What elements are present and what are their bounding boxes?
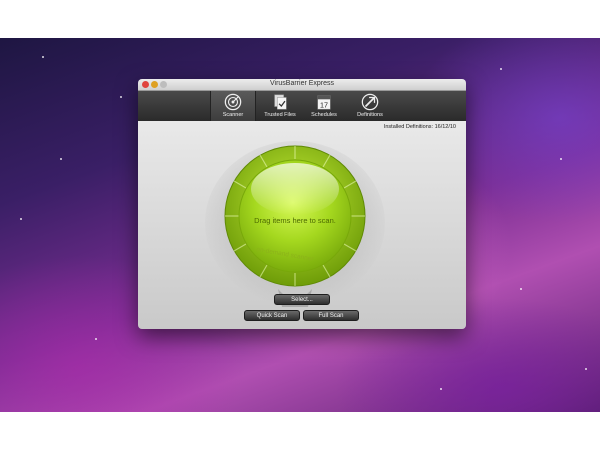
star bbox=[120, 96, 122, 98]
window-title: VirusBarrier Express bbox=[269, 80, 335, 87]
star bbox=[585, 368, 587, 370]
title-bar[interactable]: VirusBarrier Express bbox=[138, 79, 466, 91]
toolbar: Scanner Trusted Files 17 Schedules Defin… bbox=[138, 91, 466, 121]
scanner-panel: Installed Definitions: 16/12/10 Drag ite… bbox=[138, 121, 466, 329]
star bbox=[20, 218, 22, 220]
installed-definitions-status: Installed Definitions: 16/12/10 bbox=[383, 124, 456, 130]
app-window: VirusBarrier Express Scanner Trusted Fil… bbox=[138, 79, 466, 329]
quick-scan-button[interactable]: Quick Scan bbox=[244, 310, 300, 321]
star bbox=[440, 388, 442, 390]
tab-schedules[interactable]: 17 Schedules bbox=[304, 91, 344, 121]
star bbox=[60, 158, 62, 160]
tab-definitions[interactable]: Definitions bbox=[348, 91, 392, 121]
files-check-icon bbox=[274, 94, 287, 110]
drop-zone-label: Drag items here to scan. bbox=[254, 216, 336, 225]
star bbox=[500, 68, 502, 70]
calendar-day: 17 bbox=[320, 100, 328, 109]
shield-download-icon bbox=[361, 93, 379, 111]
star bbox=[560, 158, 562, 160]
tab-trusted-files-label: Trusted Files bbox=[264, 112, 296, 118]
star bbox=[42, 56, 44, 58]
select-button[interactable]: Select... bbox=[274, 294, 330, 305]
tab-trusted-files[interactable]: Trusted Files bbox=[258, 91, 302, 121]
full-scan-button[interactable]: Full Scan bbox=[303, 310, 359, 321]
tab-scanner[interactable]: Scanner bbox=[210, 91, 256, 121]
tab-scanner-label: Scanner bbox=[222, 112, 244, 118]
star bbox=[520, 288, 522, 290]
radar-icon bbox=[224, 93, 242, 111]
calendar-icon: 17 bbox=[317, 95, 331, 110]
tab-schedules-label: Schedules bbox=[311, 112, 337, 118]
tab-definitions-label: Definitions bbox=[357, 112, 383, 118]
dome-gloss bbox=[251, 163, 339, 215]
star bbox=[95, 338, 97, 340]
